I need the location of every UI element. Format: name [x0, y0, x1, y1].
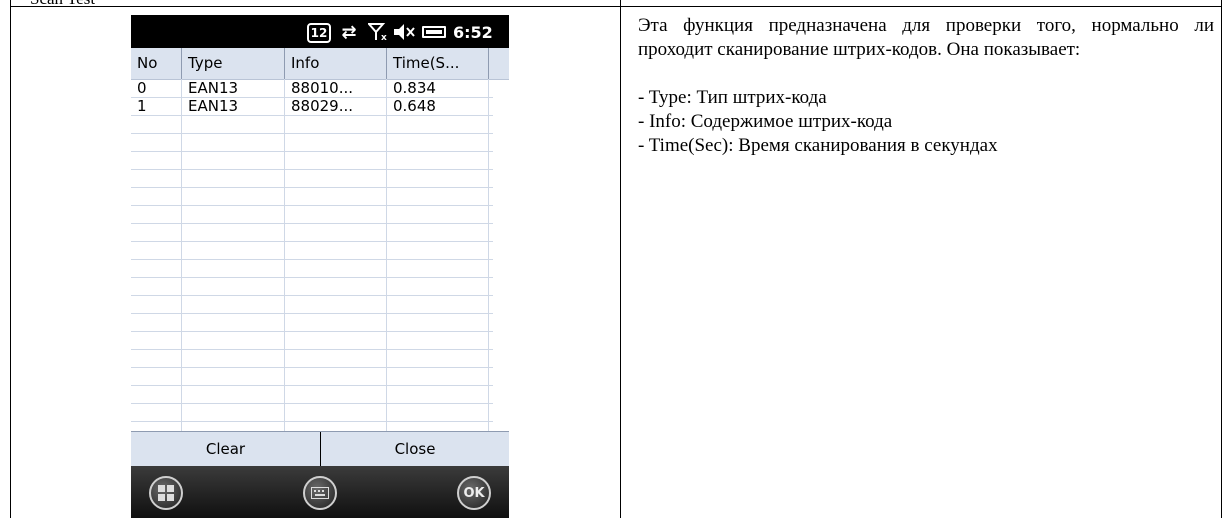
table-column-divider [620, 0, 621, 518]
grid-row-line [131, 205, 493, 206]
cell-type: EAN13 [188, 79, 239, 97]
grid-row-line [131, 367, 493, 368]
cell-time: 0.834 [393, 79, 436, 97]
grid-row-line [131, 223, 493, 224]
column-header-no[interactable]: No [131, 48, 181, 79]
grid-row-line [131, 331, 493, 332]
no-signal-icon: x [367, 22, 389, 42]
volume-mute-icon [393, 22, 415, 42]
soft-key-bar: OK [131, 466, 509, 518]
column-header-info[interactable]: Info [285, 48, 386, 79]
keyboard-icon[interactable] [303, 476, 337, 510]
grid-vline [488, 79, 489, 432]
grid-row-line [131, 349, 493, 350]
table-right-border [1221, 0, 1222, 518]
clear-button[interactable]: Clear [131, 432, 320, 467]
column-header-time[interactable]: Time(S... [387, 48, 488, 79]
cell-type: EAN13 [188, 97, 239, 115]
button-bar: Clear Close [131, 431, 509, 467]
grid-row-line [131, 259, 493, 260]
cell-no: 1 [137, 97, 147, 115]
grid-header: No Type Info Time(S... [131, 48, 509, 80]
close-button[interactable]: Close [321, 432, 509, 467]
description-item-type: - Type: Тип штрих-кода [638, 87, 827, 108]
svg-text:x: x [381, 33, 387, 41]
grid-row-line [131, 295, 493, 296]
status-bar: 12 ⇄ x 6:52 [131, 15, 509, 48]
scan-results-grid[interactable]: No Type Info Time(S... 0 EAN13 88010... … [131, 48, 509, 432]
clock-time: 6:52 [453, 23, 493, 42]
cell-info: 88010... [291, 79, 354, 97]
table-left-border [10, 0, 11, 518]
description-intro: Эта функция предназначена для проверки т… [638, 15, 1214, 60]
grid-row-line [131, 187, 493, 188]
sync-arrows-icon: ⇄ [341, 21, 357, 43]
battery-icon [422, 26, 446, 38]
description-list: - Type: Тип штрих-кода - Info: Содержимо… [638, 86, 1214, 158]
grid-row-line [131, 313, 493, 314]
grid-vline [386, 79, 387, 432]
grid-vline [284, 79, 285, 432]
grid-row-line [131, 151, 493, 152]
windows-start-icon[interactable] [149, 476, 183, 510]
header-divider [488, 48, 489, 79]
cell-time: 0.648 [393, 97, 436, 115]
grid-vline [181, 79, 182, 432]
ok-softkey[interactable]: OK [457, 476, 491, 510]
section-heading-fragment: Scan Test [30, 0, 95, 9]
cell-info: 88029... [291, 97, 354, 115]
grid-row-line [131, 385, 493, 386]
table-top-border [10, 6, 1222, 7]
description-text: Эта функция предназначена для проверки т… [638, 14, 1214, 158]
grid-row-line [131, 169, 493, 170]
description-item-time: - Time(Sec): Время сканирования в секунд… [638, 135, 998, 156]
grid-row-line [131, 241, 493, 242]
grid-row-line [131, 403, 493, 404]
cell-no: 0 [137, 79, 147, 97]
description-item-info: - Info: Содержимое штрих-кода [638, 111, 893, 132]
grid-row-line [131, 421, 493, 422]
grid-row-line [131, 115, 493, 116]
grid-row-line [131, 133, 493, 134]
calendar-badge-icon: 12 [307, 23, 331, 43]
device-screenshot: 12 ⇄ x 6:52 No Type Info Time(S... 0 EAN [131, 15, 509, 518]
column-header-type[interactable]: Type [182, 48, 284, 79]
grid-row-line [131, 277, 493, 278]
